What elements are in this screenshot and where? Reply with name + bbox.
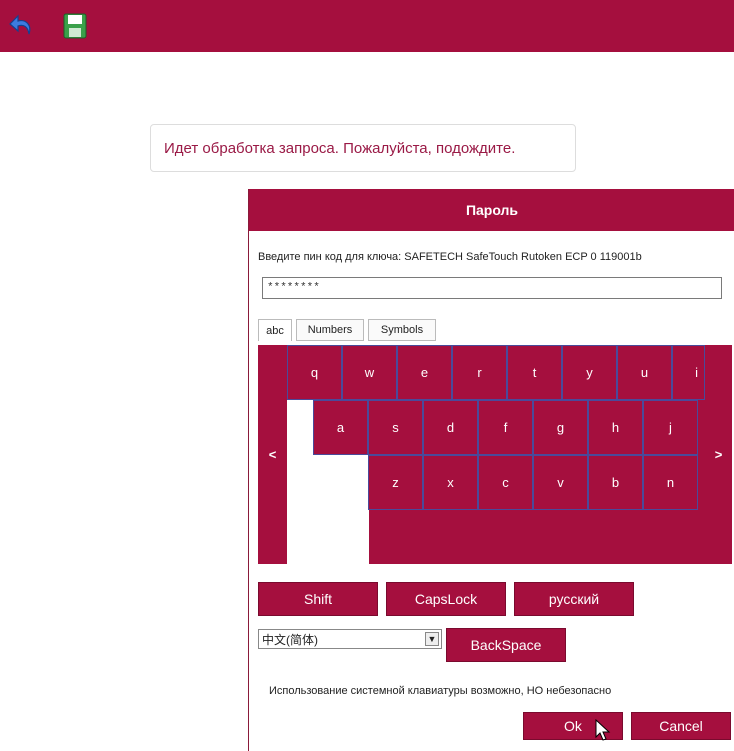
pin-input[interactable]	[262, 277, 722, 299]
tab-symbols[interactable]: Symbols	[368, 319, 436, 341]
key-d[interactable]: d	[423, 400, 478, 455]
keyboard-gap	[313, 455, 369, 564]
tab-abc[interactable]: abc	[258, 319, 292, 341]
save-button[interactable]	[62, 12, 88, 40]
cancel-button[interactable]: Cancel	[631, 712, 731, 740]
undo-arrow-icon	[9, 14, 31, 35]
key-b[interactable]: b	[588, 455, 643, 510]
pin-prompt-label: Введите пин код для ключа: SAFETECH Safe…	[258, 251, 642, 263]
key-n[interactable]: n	[643, 455, 698, 510]
ime-language-select[interactable]: 中文(简体) ▼	[258, 629, 442, 649]
key-h[interactable]: h	[588, 400, 643, 455]
key-a[interactable]: a	[313, 400, 368, 455]
scroll-right-arrow[interactable]: >	[705, 345, 732, 564]
key-y[interactable]: y	[562, 345, 617, 400]
key-c[interactable]: c	[478, 455, 533, 510]
key-s[interactable]: s	[368, 400, 423, 455]
mouse-pointer-icon	[595, 719, 611, 741]
floppy-disk-save-icon	[63, 13, 87, 39]
key-q[interactable]: q	[287, 345, 342, 400]
keyboard-gap	[287, 400, 313, 564]
key-u[interactable]: u	[617, 345, 672, 400]
key-z[interactable]: z	[368, 455, 423, 510]
scroll-left-arrow[interactable]: <	[258, 345, 287, 564]
key-e[interactable]: e	[397, 345, 452, 400]
undo-button[interactable]	[8, 12, 34, 40]
password-dialog: Пароль Введите пин код для ключа: SAFETE…	[248, 189, 734, 751]
capslock-button[interactable]: CapsLock	[386, 582, 506, 616]
key-w[interactable]: w	[342, 345, 397, 400]
shift-button[interactable]: Shift	[258, 582, 378, 616]
processing-status-message: Идет обработка запроса. Пожалуйста, подо…	[150, 124, 576, 172]
key-t[interactable]: t	[507, 345, 562, 400]
security-note: Использование системной клавиатуры возмо…	[269, 685, 612, 697]
key-v[interactable]: v	[533, 455, 588, 510]
key-j[interactable]: j	[643, 400, 698, 455]
key-f[interactable]: f	[478, 400, 533, 455]
key-r[interactable]: r	[452, 345, 507, 400]
tab-numbers[interactable]: Numbers	[296, 319, 364, 341]
backspace-button[interactable]: BackSpace	[446, 628, 566, 662]
virtual-keyboard: < > q w e r t y u i a s d f g h j z x c …	[258, 345, 732, 564]
key-x[interactable]: x	[423, 455, 478, 510]
key-i[interactable]: i	[672, 345, 705, 400]
layout-russian-button[interactable]: русский	[514, 582, 634, 616]
chevron-down-icon: ▼	[425, 632, 439, 646]
key-g[interactable]: g	[533, 400, 588, 455]
dialog-title: Пароль	[249, 189, 734, 231]
ime-selected-value: 中文(简体)	[262, 632, 318, 647]
top-toolbar	[0, 0, 734, 52]
